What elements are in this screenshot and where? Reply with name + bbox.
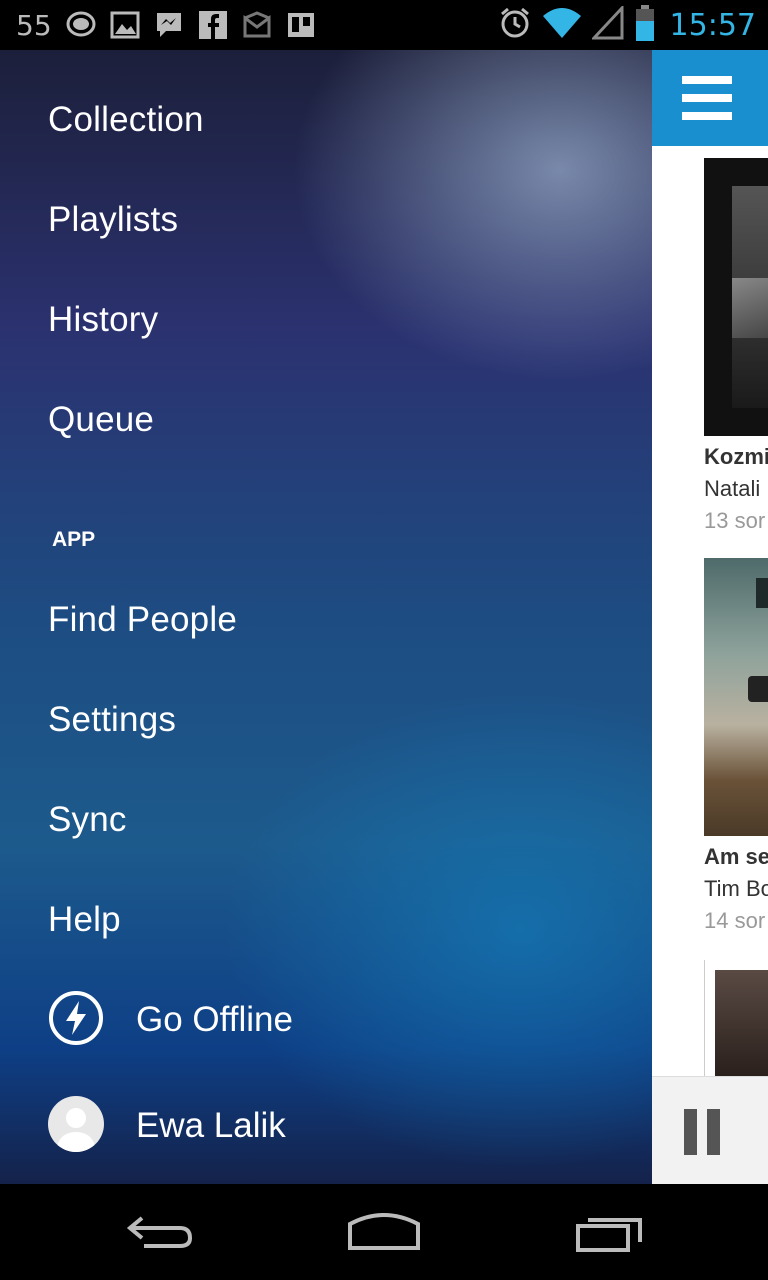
menu-icon[interactable]	[682, 76, 732, 120]
album-card[interactable]	[704, 960, 768, 1076]
avatar-icon	[48, 1096, 104, 1152]
album-cover	[704, 558, 768, 836]
status-bar: 55 15:57	[0, 0, 768, 50]
drawer-item-settings[interactable]: Settings	[48, 700, 176, 740]
clock: 15:57	[669, 7, 756, 43]
drawer-item-history[interactable]: History	[48, 300, 158, 340]
gmail-icon	[242, 10, 272, 40]
album-cover	[704, 960, 768, 1076]
signal-icon	[590, 3, 624, 45]
recent-apps-icon[interactable]	[574, 1212, 646, 1257]
trello-icon	[286, 10, 316, 40]
album-song-count: 14 sor	[704, 908, 766, 933]
album-artist: Tim Bo	[704, 876, 768, 901]
album-artist: Natali	[704, 476, 761, 501]
main-content: Kozmi Natali 13 sor Am se Tim Bo 14 sor	[652, 50, 768, 1184]
notification-count: 55	[16, 8, 52, 42]
album-cover	[704, 158, 768, 436]
facebook-icon	[198, 10, 228, 40]
home-icon[interactable]	[346, 1212, 422, 1257]
album-song-count: 13 sor	[704, 508, 766, 533]
drawer-item-find-people[interactable]: Find People	[48, 600, 237, 640]
drawer-item-queue[interactable]: Queue	[48, 400, 154, 440]
image-icon	[110, 10, 140, 40]
album-card[interactable]: Am se Tim Bo 14 sor	[704, 558, 768, 934]
navigation-drawer: Collection Playlists History Queue APP F…	[0, 50, 652, 1184]
go-offline-label: Go Offline	[136, 1000, 293, 1039]
battery-icon	[634, 4, 656, 47]
system-navigation-bar	[0, 1184, 768, 1280]
drawer-item-collection[interactable]: Collection	[48, 100, 204, 140]
wifi-icon	[542, 6, 582, 45]
pause-icon[interactable]	[684, 1109, 720, 1155]
album-title: Am se	[704, 844, 768, 869]
lightning-bolt-icon	[48, 990, 104, 1046]
messenger-icon	[154, 10, 184, 40]
album-card[interactable]: Kozmi Natali 13 sor	[704, 158, 768, 534]
drawer-item-help[interactable]: Help	[48, 900, 121, 940]
mini-player	[652, 1076, 768, 1184]
alarm-icon	[498, 6, 532, 45]
chat-bubble-icon	[66, 10, 96, 40]
back-icon[interactable]	[124, 1212, 196, 1257]
drawer-item-playlists[interactable]: Playlists	[48, 200, 178, 240]
section-header-app: APP	[52, 528, 96, 551]
action-bar	[652, 50, 768, 146]
album-title: Kozmi	[704, 444, 768, 469]
drawer-item-sync[interactable]: Sync	[48, 800, 127, 840]
user-name: Ewa Lalik	[136, 1106, 286, 1145]
